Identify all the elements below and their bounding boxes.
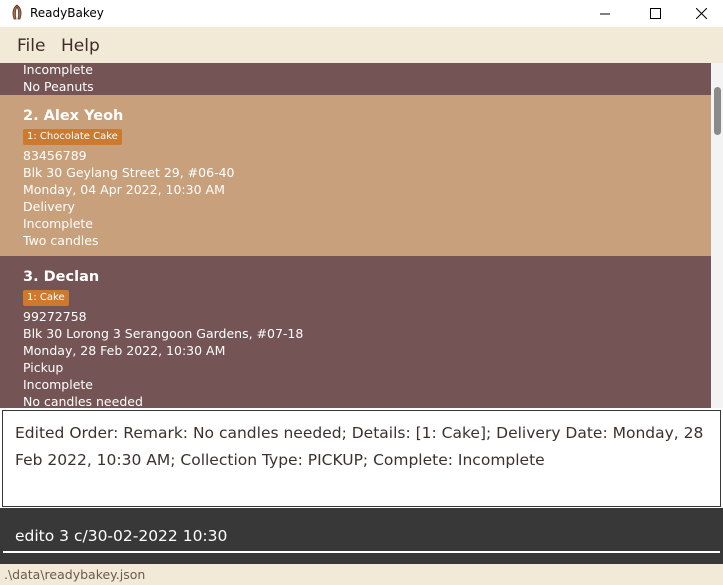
order-remark: No candles needed bbox=[23, 394, 143, 408]
order-phone: 83456789 bbox=[23, 148, 87, 163]
minimize-button[interactable] bbox=[582, 0, 628, 27]
order-status: Incomplete bbox=[23, 216, 93, 231]
menu-bar: File Help bbox=[0, 27, 723, 63]
close-icon bbox=[695, 8, 707, 19]
menu-file[interactable]: File bbox=[17, 36, 45, 56]
maximize-icon bbox=[649, 8, 661, 19]
order-phone: 99272758 bbox=[23, 309, 87, 324]
title-bar: ReadyBakey bbox=[0, 0, 723, 27]
order-status: Incomplete bbox=[23, 377, 93, 392]
order-collection-type: Delivery bbox=[23, 199, 75, 214]
order-card-1[interactable]: Incomplete No Peanuts bbox=[0, 63, 711, 95]
window-title: ReadyBakey bbox=[30, 6, 104, 20]
menu-help[interactable]: Help bbox=[61, 36, 100, 56]
order-list-scrollbar[interactable] bbox=[711, 63, 723, 408]
order-card-3[interactable]: 3. Declan 1: Cake 99272758 Blk 30 Lorong… bbox=[0, 256, 711, 408]
order-remark: No Peanuts bbox=[23, 79, 94, 94]
command-input-underline bbox=[3, 551, 720, 553]
order-address: Blk 30 Lorong 3 Serangoon Gardens, #07-1… bbox=[23, 326, 304, 341]
scrollbar-thumb[interactable] bbox=[714, 87, 721, 135]
close-button[interactable] bbox=[678, 0, 723, 27]
readybakey-app-icon bbox=[12, 4, 22, 20]
order-status: Incomplete bbox=[23, 63, 93, 77]
result-message: Edited Order: Remark: No candles needed;… bbox=[15, 424, 704, 469]
minimize-icon bbox=[599, 13, 610, 15]
maximize-button[interactable] bbox=[632, 0, 678, 27]
order-date: Monday, 04 Apr 2022, 10:30 AM bbox=[23, 182, 225, 197]
order-list[interactable]: Incomplete No Peanuts 2. Alex Yeoh 1: Ch… bbox=[0, 63, 711, 408]
order-name: 3. Declan bbox=[23, 269, 100, 285]
order-detail-tag: 1: Chocolate Cake bbox=[23, 129, 122, 145]
order-card-2[interactable]: 2. Alex Yeoh 1: Chocolate Cake 83456789 … bbox=[0, 95, 711, 256]
result-display: Edited Order: Remark: No candles needed;… bbox=[2, 410, 721, 507]
status-bar: .\data\readybakey.json bbox=[0, 564, 723, 585]
order-collection-type: Pickup bbox=[23, 360, 64, 375]
order-address: Blk 30 Geylang Street 29, #06-40 bbox=[23, 165, 235, 180]
order-remark: Two candles bbox=[23, 233, 99, 248]
command-box bbox=[0, 508, 723, 564]
data-file-path: .\data\readybakey.json bbox=[4, 567, 146, 582]
order-date: Monday, 28 Feb 2022, 10:30 AM bbox=[23, 343, 226, 358]
order-name: 2. Alex Yeoh bbox=[23, 108, 124, 124]
order-detail-tag: 1: Cake bbox=[23, 290, 69, 306]
